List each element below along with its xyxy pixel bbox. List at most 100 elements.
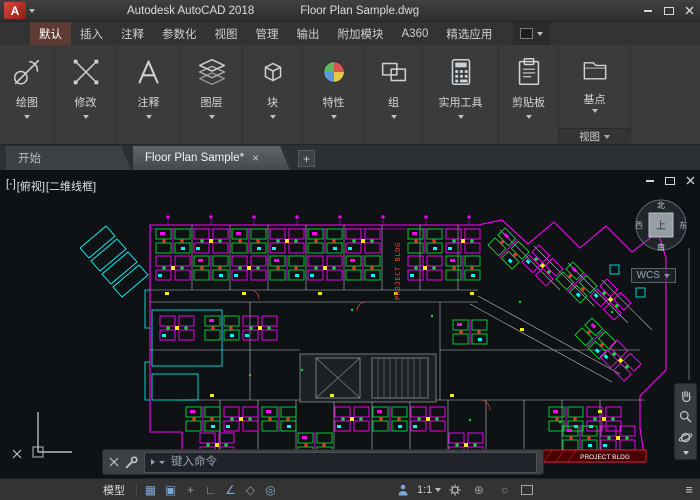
group-icon[interactable] [377, 52, 411, 92]
chevron-down-icon[interactable] [526, 115, 532, 119]
isodraft-icon[interactable]: ◇ [241, 483, 260, 497]
clean-screen-icon[interactable] [521, 485, 533, 495]
customize-icon[interactable]: ≡ [685, 482, 693, 497]
drawing-canvas[interactable]: PROJECT BLDG PROJECT BLDG [-] [俯视] [二维线框… [0, 170, 700, 478]
chevron-down-icon[interactable] [391, 115, 397, 119]
chevron-down-icon[interactable] [24, 115, 30, 119]
app-menu-caret-icon[interactable] [29, 9, 35, 13]
panel-label[interactable]: 剪贴板 [512, 94, 545, 110]
new-tab-button[interactable]: + [298, 150, 315, 167]
minimize-button[interactable] [637, 0, 658, 21]
osnap-icon[interactable]: ◎ [261, 483, 280, 497]
tab-insert[interactable]: 插入 [71, 22, 112, 45]
close-icon[interactable]: × [252, 151, 259, 165]
dynamic-input-icon[interactable]: + [181, 483, 200, 497]
viewcube-top-face[interactable]: 上 [656, 220, 666, 232]
viewport-menu-button[interactable]: [-] [6, 178, 16, 194]
annotation-monitor-icon[interactable]: ⊕ [469, 483, 488, 497]
close-icon[interactable] [686, 176, 695, 185]
scrollbar[interactable] [688, 248, 690, 380]
tab-annotate[interactable]: 注释 [112, 22, 153, 45]
tab-output[interactable]: 输出 [288, 22, 329, 45]
pan-hand-icon[interactable] [678, 388, 693, 403]
view-control-button[interactable]: [俯视] [17, 178, 45, 194]
tab-parametric[interactable]: 参数化 [153, 22, 206, 45]
block-icon[interactable] [256, 52, 290, 92]
wcs-dropdown[interactable]: WCS [631, 268, 676, 283]
panel-label[interactable]: 修改 [75, 94, 97, 110]
panel-label[interactable]: 图层 [201, 94, 223, 110]
clipboard-icon[interactable] [512, 52, 546, 92]
snap-icon[interactable]: ▣ [161, 483, 180, 497]
model-space-button[interactable]: 模型 [96, 482, 132, 498]
ortho-icon[interactable]: ∟ [201, 483, 220, 497]
angled-rooms [80, 226, 148, 297]
visual-style-button[interactable]: [二维线框] [46, 178, 96, 194]
minimize-icon[interactable] [646, 180, 654, 182]
app-logo[interactable]: A [4, 2, 26, 19]
viewcube-east[interactable]: 东 [679, 220, 687, 230]
chevron-down-icon[interactable] [83, 115, 89, 119]
workspace-gear-icon[interactable] [448, 483, 462, 497]
viewcube[interactable]: 上 北 南 西 东 [632, 196, 690, 254]
tab-manage[interactable]: 管理 [247, 22, 288, 45]
file-tab-start[interactable]: 开始 [6, 146, 131, 170]
annotation-scale-button[interactable]: 1:1 [417, 484, 441, 496]
ribbon-panel-utilities: 实用工具 [423, 45, 499, 144]
chevron-down-icon[interactable] [209, 115, 215, 119]
panel-label[interactable]: 绘图 [16, 94, 38, 110]
ribbon-state-icon [520, 28, 533, 39]
app-title: Autodesk AutoCAD 2018 [127, 5, 254, 17]
panel-label[interactable]: 实用工具 [439, 94, 483, 110]
chevron-down-icon[interactable] [146, 115, 152, 119]
base-icon[interactable] [579, 49, 611, 89]
status-bar: 模型 ▦ ▣ + ∟ ∠ ◇ ◎ 1:1 [0, 478, 700, 500]
stairs-core [300, 354, 436, 402]
viewcube-west[interactable]: 西 [635, 221, 643, 230]
command-input[interactable] [169, 455, 530, 469]
file-tab-floor-plan[interactable]: Floor Plan Sample* × [133, 146, 290, 170]
chevron-down-icon [604, 135, 610, 139]
chevron-down-icon[interactable] [270, 115, 276, 119]
annotation-visibility-icon[interactable] [396, 483, 410, 497]
recent-commands-icon[interactable] [159, 461, 165, 464]
tab-view[interactable]: 视图 [206, 22, 247, 45]
document-title: Floor Plan Sample.dwg [300, 5, 419, 17]
utilities-icon[interactable] [444, 52, 478, 92]
tab-addins[interactable]: 附加模块 [329, 22, 393, 45]
view-panel-strip[interactable]: 视图 [559, 128, 630, 144]
annotate-icon[interactable] [132, 52, 166, 92]
polar-icon[interactable]: ∠ [221, 483, 240, 497]
viewcube-south[interactable]: 南 [657, 242, 665, 252]
maximize-button[interactable] [658, 0, 679, 21]
chevron-down-icon[interactable] [458, 115, 464, 119]
viewcube-north[interactable]: 北 [657, 201, 665, 210]
minimize-icon [644, 10, 652, 12]
panel-label[interactable]: 组 [388, 94, 399, 110]
close-icon[interactable] [109, 457, 119, 467]
isolate-objects-icon[interactable]: ○ [495, 483, 514, 497]
ribbon-panel-modify: 修改 [55, 45, 117, 144]
zoom-icon[interactable] [678, 409, 693, 424]
modify-icon[interactable] [69, 52, 103, 92]
layers-icon[interactable] [195, 52, 229, 92]
panel-label[interactable]: 基点 [584, 91, 606, 107]
orbit-icon[interactable] [678, 430, 693, 445]
panel-label[interactable]: 特性 [323, 94, 345, 110]
tab-a360[interactable]: A360 [393, 22, 438, 45]
close-button[interactable] [679, 0, 700, 21]
chevron-down-icon[interactable] [683, 451, 689, 455]
properties-icon[interactable] [317, 52, 351, 92]
grid-icon[interactable]: ▦ [141, 483, 160, 497]
draw-icon[interactable] [10, 52, 44, 92]
tab-featured-apps[interactable]: 精选应用 [437, 22, 501, 45]
tab-home[interactable]: 默认 [30, 22, 71, 45]
chevron-down-icon[interactable] [592, 109, 598, 113]
restore-icon[interactable] [665, 177, 675, 185]
panel-label[interactable]: 块 [267, 94, 278, 110]
panel-label[interactable]: 注释 [138, 94, 160, 110]
customize-wrench-icon[interactable] [125, 456, 138, 469]
ribbon-display-toggle[interactable] [513, 22, 550, 45]
status-left-group: 模型 ▦ ▣ + ∟ ∠ ◇ ◎ [96, 482, 280, 498]
chevron-down-icon[interactable] [331, 115, 337, 119]
